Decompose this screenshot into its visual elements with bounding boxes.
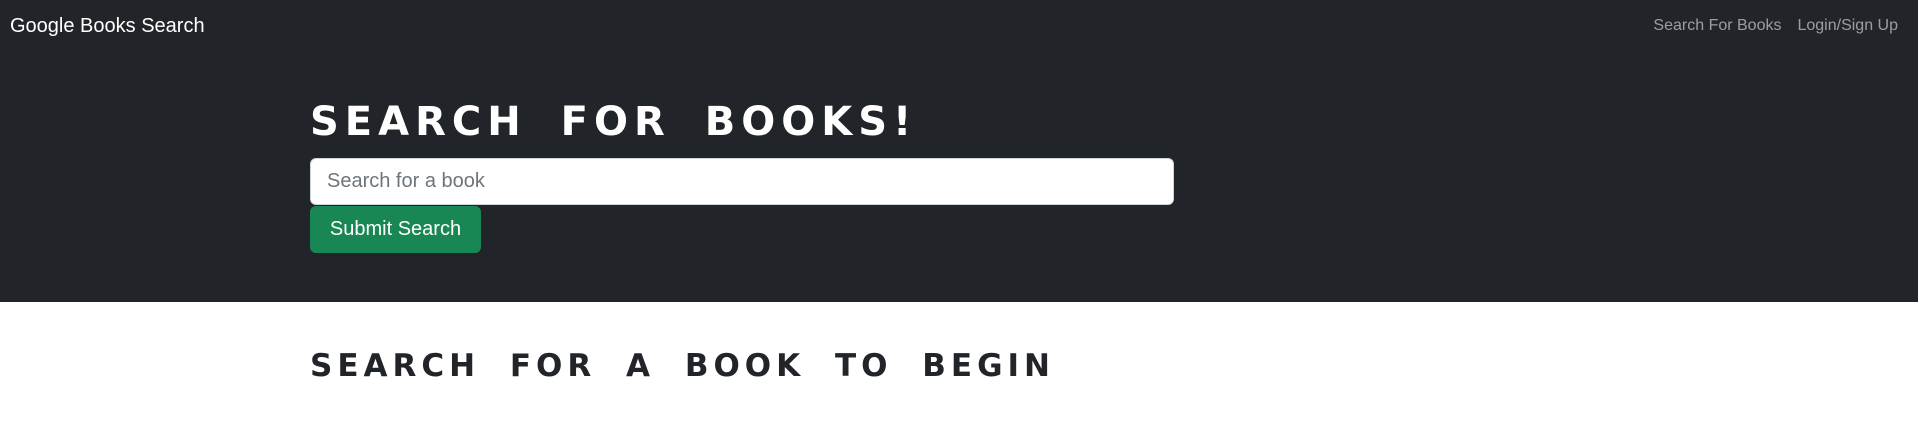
brand-link[interactable]: Google Books Search (10, 15, 205, 37)
navbar: Google Books Search Search For Books Log… (0, 0, 1918, 52)
search-input[interactable] (310, 158, 1174, 205)
nav-link-search-for-books[interactable]: Search For Books (1653, 16, 1781, 36)
nav-link-login-signup[interactable]: Login/Sign Up (1797, 16, 1898, 36)
hero-title: SEARCH FOR BOOKS! (310, 99, 918, 145)
results-heading: SEARCH FOR A BOOK TO BEGIN (310, 348, 1055, 384)
nav-links: Search For Books Login/Sign Up (1653, 16, 1898, 36)
submit-search-button[interactable]: Submit Search (310, 206, 481, 253)
